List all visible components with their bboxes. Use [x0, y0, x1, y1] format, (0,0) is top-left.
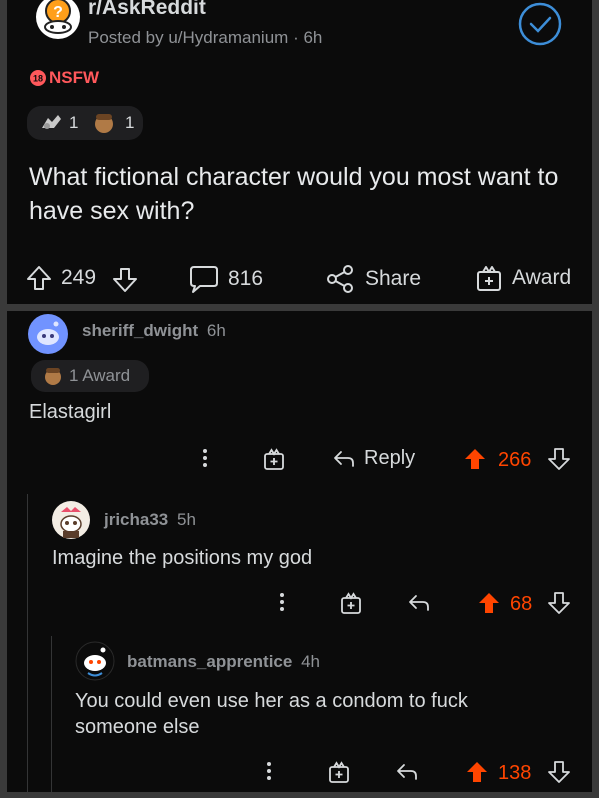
thread-line[interactable] [27, 494, 28, 792]
share-button[interactable]: Share [325, 264, 421, 294]
downvote-arrow-icon [548, 761, 570, 783]
give-award-icon[interactable] [327, 760, 351, 784]
facepalm-award-icon [95, 114, 113, 133]
comments-section: sheriff_dwight 6h 1 Award Elastagirl Rep… [7, 311, 592, 792]
downvote-button[interactable] [547, 447, 571, 471]
comments-button[interactable]: 816 [188, 264, 263, 294]
post-title[interactable]: What fictional character would you most … [29, 160, 569, 228]
svg-text:?: ? [53, 4, 63, 21]
downvote-arrow-icon [548, 592, 570, 614]
comment-award-label: 1 Award [69, 366, 131, 385]
comment-meta: sheriff_dwight 6h [82, 321, 226, 341]
thread-line[interactable] [51, 636, 52, 792]
nsfw-badge: 18 NSFW [30, 68, 99, 88]
comment-body-line: You could even use her as a condom to fu… [75, 690, 468, 712]
upvote-filled-icon [467, 762, 487, 782]
reply-button[interactable]: Reply [332, 447, 415, 470]
downvote-arrow-icon [113, 268, 137, 292]
comment-score: 68 [510, 593, 533, 615]
question-mark-snoo-icon: ? [36, 0, 80, 39]
nsfw-label: NSFW [49, 68, 100, 87]
more-options-icon[interactable] [200, 447, 210, 469]
post-downvote-button[interactable] [111, 266, 139, 294]
post-upvote-button[interactable] [25, 264, 53, 292]
share-label: Share [365, 267, 422, 290]
comment-bubble-icon [190, 266, 218, 293]
comment-award-badge[interactable]: 1 Award [31, 360, 149, 392]
reply-arrow-icon[interactable] [407, 592, 431, 614]
comment-meta: jricha33 5h [104, 510, 196, 530]
upvote-button[interactable] [465, 760, 489, 784]
post-awards[interactable]: 1 1 [27, 106, 143, 140]
hug-award-icon [42, 115, 61, 129]
comment-count: 816 [228, 267, 264, 290]
avatar[interactable] [75, 641, 115, 681]
award-button[interactable]: Award [474, 263, 571, 293]
reply-label: Reply [364, 447, 416, 469]
comment-body: You could even use her as a condom to fu… [75, 688, 575, 740]
upvote-button[interactable] [477, 591, 501, 615]
comment-body: Elastagirl [29, 401, 112, 423]
post-score: 249 [61, 266, 97, 289]
comment-score: 138 [498, 762, 532, 784]
upvote-arrow-icon [27, 266, 51, 290]
comment-age: 5h [177, 510, 196, 529]
avatar[interactable] [27, 313, 69, 355]
award-count-1: 1 [69, 113, 79, 132]
snoo-avatar-icon [28, 314, 68, 354]
reply-arrow-icon [334, 450, 354, 467]
post-meta: Posted by u/Hydramanium · 6h [88, 28, 322, 48]
gift-award-icon [477, 266, 501, 291]
facepalm-award-icon [45, 368, 61, 385]
comment-age: 4h [301, 652, 320, 671]
give-award-icon[interactable] [339, 591, 363, 615]
snoo-avatar-icon [52, 501, 90, 539]
award-label: Award [512, 266, 572, 289]
upvote-button[interactable] [463, 447, 487, 471]
comment-score: 266 [498, 449, 532, 471]
meta-dot: · [293, 28, 304, 47]
downvote-button[interactable] [547, 760, 571, 784]
upvote-filled-icon [465, 449, 485, 469]
comment-username[interactable]: batmans_apprentice [127, 652, 292, 671]
check-circle-icon [518, 2, 562, 46]
nsfw-icon: 18 [30, 70, 46, 86]
joined-check-button[interactable] [517, 1, 563, 47]
reply-arrow-icon[interactable] [395, 761, 419, 783]
comment-meta: batmans_apprentice 4h [127, 652, 320, 672]
snoo-avatar-icon [75, 641, 115, 681]
comment-username[interactable]: sheriff_dwight [82, 321, 198, 340]
downvote-arrow-icon [548, 448, 570, 470]
share-icon [327, 265, 353, 293]
comment-body: Imagine the positions my god [52, 547, 313, 569]
award-count-2: 1 [125, 113, 135, 132]
give-award-icon[interactable] [262, 447, 286, 471]
avatar[interactable] [51, 500, 91, 540]
post-card: ? r/AskReddit Posted by u/Hydramanium · … [7, 0, 592, 304]
svg-text:18: 18 [33, 74, 43, 84]
post-age: 6h [303, 28, 323, 47]
subreddit-avatar[interactable]: ? [35, 0, 81, 40]
downvote-button[interactable] [547, 591, 571, 615]
more-options-icon[interactable] [264, 760, 274, 782]
posted-by[interactable]: Posted by u/Hydramanium [88, 28, 288, 47]
comment-age: 6h [206, 321, 226, 340]
more-options-icon[interactable] [277, 591, 287, 613]
comment-username[interactable]: jricha33 [104, 510, 168, 529]
comment-body-line: someone else [75, 716, 200, 738]
upvote-filled-icon [479, 593, 499, 613]
subreddit-name[interactable]: r/AskReddit [88, 0, 206, 20]
